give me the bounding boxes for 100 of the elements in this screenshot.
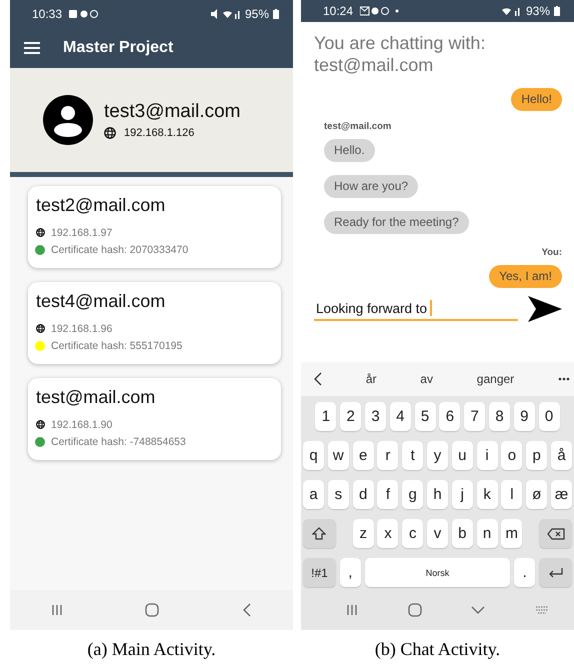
keyboard-key[interactable]: 9: [514, 402, 535, 431]
keyboard-key[interactable]: 7: [464, 402, 486, 431]
keyboard-key[interactable]: t: [402, 441, 424, 470]
text-cursor: [430, 300, 432, 316]
keyboard-key[interactable]: o: [501, 441, 522, 470]
back-icon[interactable]: [242, 603, 252, 617]
keyboard-key[interactable]: 6: [439, 402, 460, 431]
peer-card[interactable]: test@mail.com 192.168.1.90 Certificate hash: -748854653: [28, 378, 281, 460]
home-icon[interactable]: [145, 603, 160, 617]
menu-icon[interactable]: [24, 42, 40, 54]
keyboard-key[interactable]: 8: [488, 402, 510, 431]
keyboard-key[interactable]: i: [476, 441, 498, 470]
keyboard-key[interactable]: j: [452, 480, 473, 509]
recents-icon[interactable]: [346, 604, 358, 616]
certificate-hash: Certificate hash: -748854653: [51, 436, 186, 448]
keyboard-key[interactable]: 3: [365, 402, 386, 431]
space-key[interactable]: Norsk: [364, 558, 510, 587]
battery-percent: 95%: [244, 7, 269, 21]
figure-caption: (b) Chat Activity.: [374, 639, 502, 660]
peer-card[interactable]: test4@mail.com 192.168.1.96 Certificate hash: 555170195: [28, 282, 281, 364]
keyboard-key[interactable]: d: [352, 480, 374, 509]
recents-icon[interactable]: [51, 604, 64, 616]
back-chevron-icon[interactable]: [313, 372, 322, 386]
keyboard-key[interactable]: .: [514, 558, 536, 587]
status-time: 10:24: [323, 4, 354, 18]
sender-label: You:: [542, 247, 562, 258]
backspace-icon: [546, 528, 565, 540]
keyboard-key[interactable]: 2: [340, 402, 362, 431]
peer-email: test4@mail.com: [36, 291, 166, 312]
notification-icons: [69, 9, 100, 19]
enter-key[interactable]: [539, 558, 572, 587]
chat-heading: test@mail.com: [314, 54, 434, 76]
signal-icons: [210, 9, 241, 19]
keyboard-key[interactable]: x: [377, 519, 398, 548]
received-message: Ready for the meeting?: [324, 211, 469, 234]
send-button[interactable]: [528, 296, 562, 322]
keyboard-key[interactable]: b: [452, 519, 473, 548]
battery-icon: [273, 9, 279, 19]
keyboard-key[interactable]: r: [377, 441, 398, 470]
signal-icons: [502, 6, 522, 16]
received-message: Hello.: [324, 139, 375, 162]
battery-icon: [554, 6, 560, 16]
app-title: Master Project: [63, 39, 174, 57]
keyboard-key[interactable]: w: [328, 441, 349, 470]
symbols-key[interactable]: !#1: [303, 558, 336, 587]
avatar-icon: [43, 95, 93, 145]
more-icon[interactable]: [558, 377, 570, 381]
keyboard-key[interactable]: g: [402, 480, 424, 509]
suggestion-word[interactable]: av: [420, 372, 433, 386]
peer-email: test2@mail.com: [36, 195, 166, 216]
shift-key[interactable]: [302, 519, 336, 548]
keyboard-key[interactable]: ,: [340, 558, 361, 587]
keyboard-key[interactable]: k: [476, 480, 498, 509]
profile-email: test3@mail.com: [104, 101, 240, 123]
battery-percent: 93%: [526, 4, 550, 18]
peer-card[interactable]: test2@mail.com 192.168.1.97 Certificate hash: 2070333470: [28, 186, 281, 268]
keyboard-key[interactable]: p: [526, 441, 548, 470]
message-input[interactable]: Looking forward to: [314, 297, 518, 321]
chat-heading: You are chatting with:: [314, 32, 486, 54]
keyboard-icon[interactable]: [535, 605, 550, 615]
keyboard-key[interactable]: m: [501, 519, 522, 548]
keyboard-key[interactable]: q: [303, 441, 324, 470]
keyboard-key[interactable]: å: [550, 441, 572, 470]
suggestion-word[interactable]: ganger: [476, 372, 514, 386]
keyboard-key[interactable]: y: [427, 441, 448, 470]
received-message: How are you?: [324, 175, 418, 198]
certificate-hash: Certificate hash: 555170195: [51, 340, 182, 352]
keyboard-key[interactable]: z: [352, 519, 374, 548]
suggestion-word[interactable]: år: [366, 372, 376, 386]
sent-message: Yes, I am!: [489, 265, 562, 288]
keyboard-key[interactable]: a: [303, 480, 324, 509]
keyboard-key[interactable]: e: [352, 441, 374, 470]
keyboard-key[interactable]: 5: [414, 402, 436, 431]
keyboard-key[interactable]: æ: [550, 480, 572, 509]
keyboard-key[interactable]: 4: [390, 402, 411, 431]
sent-message: Hello!: [511, 88, 562, 111]
certificate-hash: Certificate hash: 2070333470: [51, 244, 188, 256]
hide-keyboard-icon[interactable]: [471, 606, 486, 614]
figure-caption: (a) Main Activity.: [86, 639, 217, 660]
keyboard-key[interactable]: c: [402, 519, 424, 548]
home-icon[interactable]: [408, 603, 422, 617]
keyboard-key[interactable]: f: [377, 480, 398, 509]
keyboard-key[interactable]: v: [427, 519, 448, 548]
peer-email: test@mail.com: [36, 387, 156, 408]
status-time: 10:33: [32, 7, 62, 21]
keyboard-key[interactable]: ø: [526, 480, 548, 509]
peer-ip: 192.168.1.90: [51, 418, 112, 430]
keyboard-key[interactable]: s: [328, 480, 349, 509]
keyboard-key[interactable]: h: [427, 480, 448, 509]
keyboard-key[interactable]: 0: [538, 402, 560, 431]
globe-icon: [36, 228, 45, 237]
keyboard-key[interactable]: l: [501, 480, 522, 509]
keyboard-key[interactable]: u: [452, 441, 473, 470]
keyboard-key[interactable]: n: [476, 519, 498, 548]
globe-icon: [104, 127, 116, 139]
globe-icon: [36, 324, 45, 333]
backspace-key[interactable]: [539, 519, 572, 548]
keyboard-key[interactable]: 1: [315, 402, 336, 431]
peer-ip: 192.168.1.97: [51, 226, 112, 238]
notification-icons: [360, 6, 400, 16]
